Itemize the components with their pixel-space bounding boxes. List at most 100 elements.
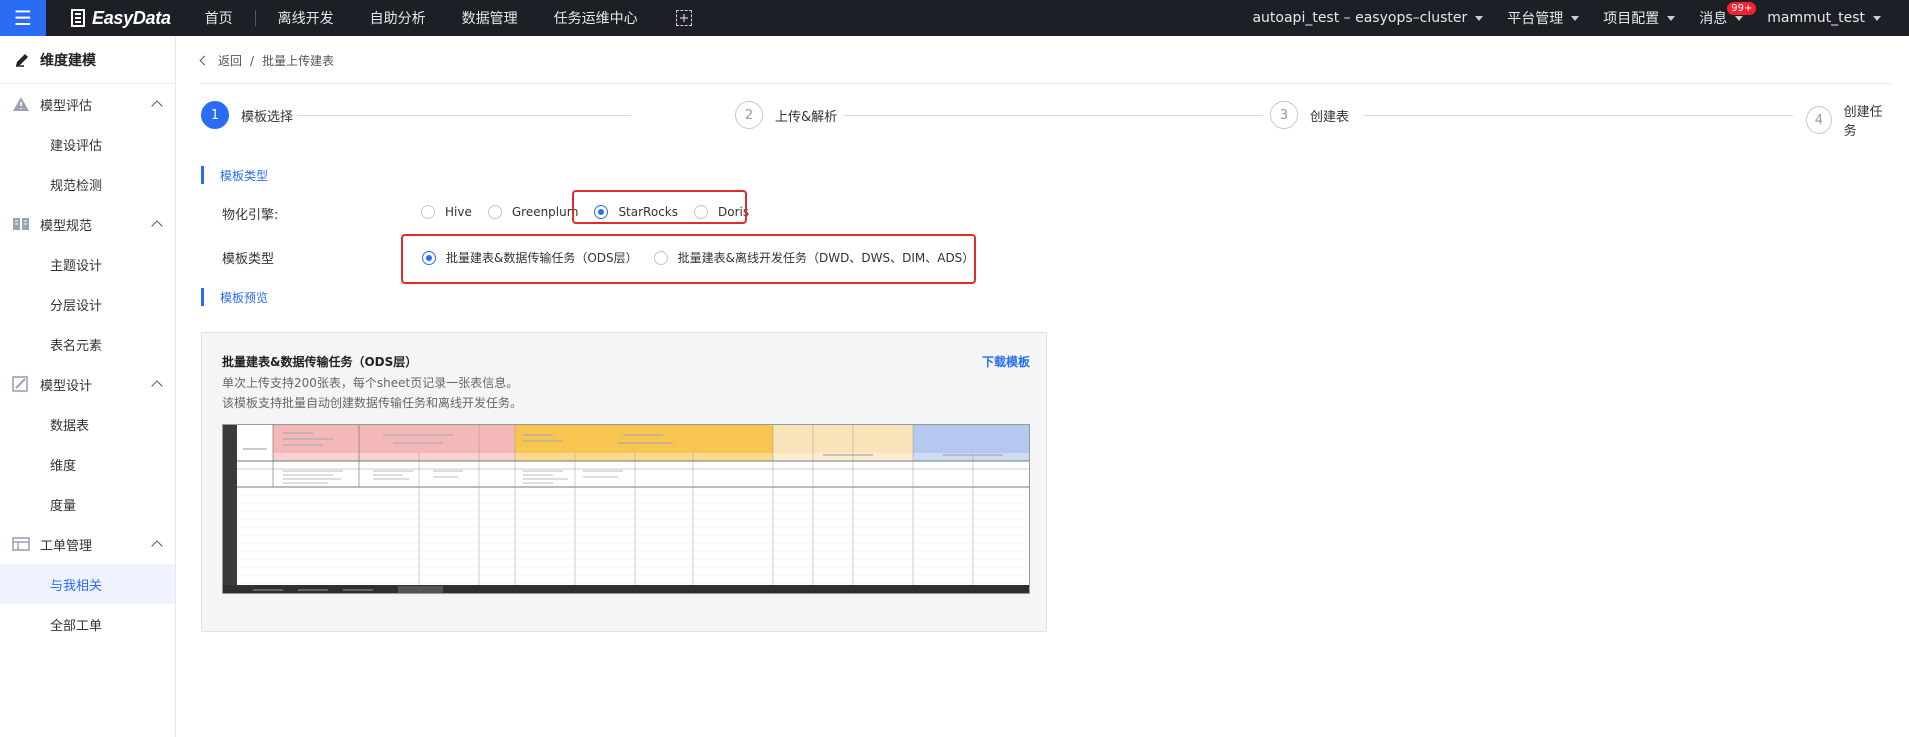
breadcrumb: 返回 / 批量上传建表: [199, 52, 335, 69]
nav-offline-dev[interactable]: 离线开发: [260, 0, 352, 36]
sidebar-item-related-to-me[interactable]: 与我相关: [0, 564, 175, 604]
nav-self-analysis[interactable]: 自助分析: [352, 0, 444, 36]
cluster-label: autoapi_test – easyops–cluster: [1252, 10, 1468, 26]
step-number: 2: [735, 101, 763, 129]
radio-dot: [487, 205, 502, 219]
spreadsheet-thumbnail: [223, 425, 1029, 593]
template-label: 模板类型: [222, 252, 275, 267]
sidebar-item-build-eval[interactable]: 建设评估: [0, 124, 175, 164]
section-template-preview: 模板预览: [201, 288, 268, 306]
step-label: 模板选择: [241, 109, 294, 125]
book-icon: [13, 218, 29, 230]
highlight-box-engine: [572, 190, 747, 224]
top-bar: ☰ EasyData 首页 离线开发 自助分析 数据管理 任务运维中心 auto…: [0, 0, 1909, 36]
project-label: 项目配置: [1603, 11, 1660, 27]
add-tab-icon[interactable]: [675, 10, 692, 26]
step-1: 1 模板选择: [201, 101, 293, 129]
sidebar-group-label: 工单管理: [40, 538, 93, 554]
chevron-up-icon: [151, 380, 163, 392]
warning-icon: [13, 97, 29, 111]
chevron-left-icon[interactable]: [199, 55, 210, 66]
step-label: 创建表: [1310, 109, 1350, 125]
sidebar-item-spec-check[interactable]: 规范检测: [0, 164, 175, 204]
sidebar-group-model-spec[interactable]: 模型规范: [0, 204, 175, 244]
template-preview-card: 批量建表&数据传输任务（ODS层） 下载模板 单次上传支持200张表，每个she…: [201, 332, 1047, 632]
sidebar-item-subject-design[interactable]: 主题设计: [0, 244, 175, 284]
sidebar-group-model-eval[interactable]: 模型评估: [0, 84, 175, 124]
project-menu[interactable]: 项目配置: [1591, 8, 1687, 28]
chevron-down-icon: [1735, 15, 1744, 21]
sidebar-item-table-name-elements[interactable]: 表名元素: [0, 324, 175, 364]
radio-label: Greenplum: [511, 205, 579, 219]
radio-dot: [421, 205, 435, 219]
preview-description-1: 单次上传支持200张表，每个sheet页记录一张表信息。: [222, 376, 519, 390]
nav-data-management[interactable]: 数据管理: [444, 0, 536, 36]
user-label: mammut_test: [1767, 10, 1865, 26]
engine-radio-hive[interactable]: Hive: [421, 205, 472, 219]
step-connector: [843, 115, 1263, 116]
chevron-up-icon: [151, 220, 163, 232]
nav-home[interactable]: 首页: [187, 0, 251, 36]
nav-divider: [254, 10, 256, 26]
platform-label: 平台管理: [1507, 11, 1564, 27]
step-label: 上传&解析: [775, 109, 838, 125]
breadcrumb-current: 批量上传建表: [262, 54, 335, 68]
platform-menu[interactable]: 平台管理: [1495, 8, 1591, 28]
logo-text: EasyData: [92, 7, 171, 28]
cluster-selector[interactable]: autoapi_test – easyops–cluster: [1240, 10, 1495, 26]
logo-icon: [71, 9, 85, 27]
model-icon: [16, 53, 28, 67]
chevron-down-icon: [1667, 15, 1676, 21]
highlight-box-template: [401, 234, 976, 284]
sidebar-group-model-design[interactable]: 模型设计: [0, 364, 175, 404]
step-number: 3: [1270, 101, 1298, 129]
sidebar-item-dimension[interactable]: 维度: [0, 444, 175, 484]
download-template-link[interactable]: 下载模板: [982, 353, 1030, 370]
sidebar-title: 维度建模: [0, 36, 175, 84]
messages-label: 消息: [1699, 11, 1728, 27]
step-label: 创建任务: [1843, 105, 1883, 139]
step-2: 2 上传&解析: [735, 101, 837, 129]
section-title-label: 模板预览: [220, 290, 269, 305]
step-bar: 1 模板选择 2 上传&解析 3 创建表 4 创建任务: [201, 101, 1891, 139]
sidebar-group-label: 模型评估: [40, 98, 93, 114]
nav-task-ops[interactable]: 任务运维中心: [536, 0, 656, 36]
radio-label: Hive: [445, 205, 472, 219]
section-accent-bar: [201, 288, 204, 306]
sidebar-item-layer-design[interactable]: 分层设计: [0, 284, 175, 324]
chevron-up-icon: [151, 540, 163, 552]
step-number: 4: [1806, 106, 1832, 134]
chevron-down-icon: [1475, 15, 1484, 21]
user-menu[interactable]: mammut_test: [1755, 10, 1893, 26]
sidebar-item-data-table[interactable]: 数据表: [0, 404, 175, 444]
menu-icon[interactable]: ☰: [0, 0, 46, 36]
sidebar-item-all-tickets[interactable]: 全部工单: [0, 604, 175, 644]
section-template-type: 模板类型: [201, 166, 268, 184]
step-number: 1: [201, 101, 229, 129]
back-link[interactable]: 返回: [218, 52, 242, 69]
chevron-down-icon: [1873, 15, 1881, 21]
section-title-label: 模板类型: [220, 168, 269, 183]
sidebar-item-metric[interactable]: 度量: [0, 484, 175, 524]
breadcrumb-separator: /: [250, 53, 255, 68]
ticket-icon: [12, 537, 30, 551]
step-connector: [297, 115, 631, 116]
preview-description-2: 该模板支持批量自动创建数据传输任务和离线开发任务。: [222, 396, 523, 410]
messages-menu[interactable]: 消息 99+: [1687, 2, 1757, 28]
engine-radio-greenplum[interactable]: Greenplum: [487, 205, 579, 219]
sidebar-group-label: 模型设计: [40, 378, 93, 394]
sidebar-title-label: 维度建模: [40, 52, 96, 69]
step-4: 4 创建任务: [1806, 101, 1891, 139]
main-content: 返回 / 批量上传建表 1 模板选择 2 上传&解析 3 创建表 4 创建任务 …: [177, 36, 1909, 737]
divider: [201, 83, 1891, 84]
step-3: 3 创建表: [1270, 101, 1349, 129]
step-connector: [1363, 115, 1793, 116]
message-badge: 99+: [1727, 2, 1757, 15]
design-icon: [12, 376, 28, 392]
sidebar-group-ticket[interactable]: 工单管理: [0, 524, 175, 564]
sidebar: 维度建模 模型评估 建设评估 规范检测 模型规范 主题设计 分层设计 表名元素 …: [0, 36, 176, 737]
chevron-down-icon: [1571, 15, 1580, 21]
logo[interactable]: EasyData: [70, 8, 171, 29]
engine-label: 物化引擎:: [222, 208, 279, 223]
top-right-menu: autoapi_test – easyops–cluster 平台管理 项目配置…: [1240, 0, 1909, 36]
